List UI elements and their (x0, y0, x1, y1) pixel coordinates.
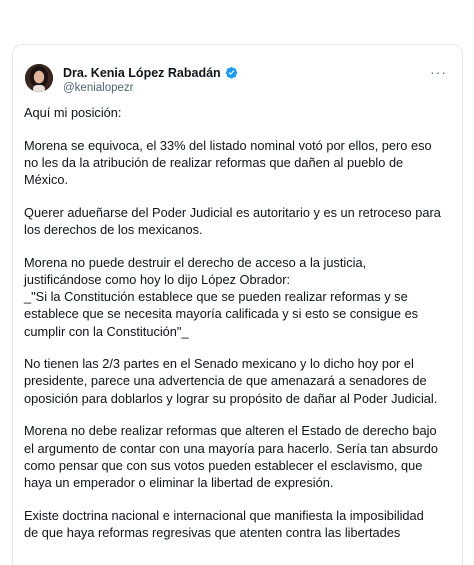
post-text-line: Morena se equivoca, el 33% del listado n… (24, 137, 432, 153)
post-text-line: No tienen las 2/3 partes en el Senado me… (24, 356, 414, 372)
post-paragraph: Morena se equivoca, el 33% del listado n… (24, 137, 456, 189)
post-text-line: Morena no debe realizar reformas que alt… (24, 423, 437, 439)
author-names: Dra. Kenia López Rabadán @kenialopezr (63, 65, 238, 94)
post-text-line: México. (24, 172, 69, 188)
post-text-line: Aquí mi posición: (24, 105, 122, 120)
post-text-line: Querer adueñarse del Poder Judicial es a… (24, 204, 441, 220)
post-text-line: de que haya reformas regresivas que aten… (24, 524, 401, 540)
post-text-line: establece que se necesita mayoría califi… (24, 306, 419, 322)
post-text: Aquí mi posición: Morena se equivoca, el … (24, 104, 456, 557)
post-paragraph: Existe doctrina nacional e internacional… (24, 507, 456, 541)
post-paragraph: Aquí mi posición: (24, 104, 456, 121)
more-horizontal-icon[interactable]: ··· (430, 64, 447, 80)
post-card[interactable]: Dra. Kenia López Rabadán @kenialopezr ··… (12, 44, 463, 565)
post-text-line: los derechos de los mexicanos. (24, 222, 203, 238)
author-handle[interactable]: @kenialopezr (63, 82, 238, 94)
post-text-line: presidente, parece una advertencia de qu… (24, 373, 427, 389)
post-paragraph: Morena no debe realizar reformas que alt… (24, 422, 456, 491)
author-display-name[interactable]: Dra. Kenia López Rabadán (63, 66, 221, 80)
avatar-photo (25, 64, 53, 92)
post-text-line: cumplir con la Constitución"_ (24, 323, 189, 339)
post-text-line: _"Si la Constitución establece que se pu… (24, 289, 408, 305)
display-name-row: Dra. Kenia López Rabadán (63, 65, 238, 80)
post-text-line: Morena no puede destruir el derecho de a… (24, 254, 367, 270)
post-header: Dra. Kenia López Rabadán @kenialopezr ··… (25, 64, 449, 98)
avatar[interactable] (25, 64, 53, 92)
post-paragraph: Querer adueñarse del Poder Judicial es a… (24, 204, 456, 238)
post-text-line: justificándose como hoy lo dijo López Ob… (24, 271, 291, 287)
post-text-line: el argumento de contar con una mayoría p… (24, 440, 439, 456)
post-paragraph: Morena no puede destruir el derecho de a… (24, 254, 456, 340)
verified-badge-icon (225, 66, 238, 79)
post-text-line: oposición para doblarlos y lograr su pro… (24, 390, 438, 406)
post-text-line: como pensar que con sus votos pueden est… (24, 457, 423, 473)
post-paragraph: No tienen las 2/3 partes en el Senado me… (24, 355, 456, 407)
post-text-line: no les da la atribución de realizar refo… (24, 154, 404, 170)
post-text-line: haya un emperador o eliminar la libertad… (24, 474, 334, 490)
post-text-line: Existe doctrina nacional e internacional… (24, 507, 424, 523)
